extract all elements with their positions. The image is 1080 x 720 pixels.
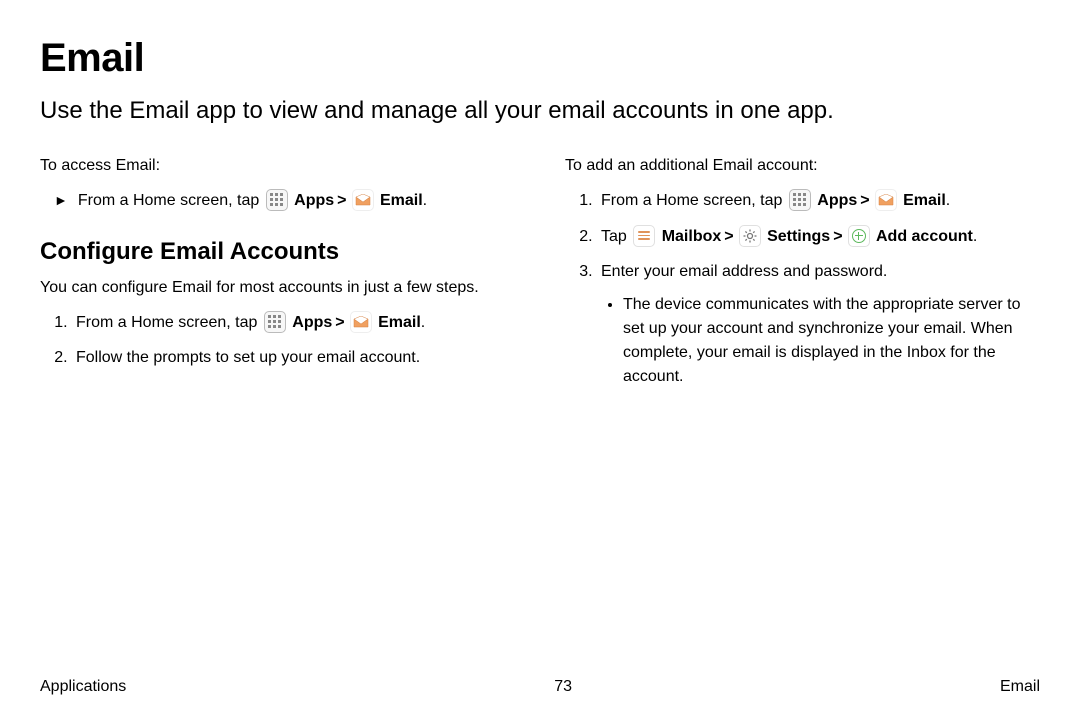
left-step-1: From a Home screen, tap Apps> Email. [72, 310, 515, 336]
footer-page-number: 73 [554, 678, 572, 696]
right-step-1: From a Home screen, tap Apps> Email. [597, 188, 1040, 214]
from-home-text: From a Home screen, tap [601, 192, 787, 209]
separator: > [335, 314, 344, 331]
period: . [973, 228, 977, 245]
right-step-2: Tap Mailbox> Settings> Add account. [597, 224, 1040, 250]
section-heading: Configure Email Accounts [40, 238, 515, 266]
access-step: ► From a Home screen, tap Apps> Email. [40, 188, 515, 214]
from-home-text: From a Home screen, tap [78, 192, 264, 209]
page-intro: Use the Email app to view and manage all… [40, 95, 1040, 126]
mailbox-icon [633, 225, 655, 247]
separator: > [724, 228, 733, 245]
from-home-text: From a Home screen, tap [76, 314, 262, 331]
apps-icon [789, 189, 811, 211]
tap-word: Tap [601, 228, 631, 245]
apps-label: Apps [294, 192, 334, 209]
period: . [946, 192, 950, 209]
separator: > [833, 228, 842, 245]
left-steps-list: From a Home screen, tap Apps> Email. Fol… [40, 310, 515, 371]
apps-label: Apps [817, 192, 857, 209]
email-icon [875, 189, 897, 211]
page-title: Email [40, 36, 1040, 81]
footer-right: Email [1000, 678, 1040, 696]
period: . [423, 192, 427, 209]
apps-icon [266, 189, 288, 211]
email-label: Email [903, 192, 946, 209]
config-description: You can configure Email for most account… [40, 276, 515, 300]
add-account-label-text: Add account [876, 228, 973, 245]
right-sub-bullet: The device communicates with the appropr… [623, 293, 1040, 389]
settings-icon [739, 225, 761, 247]
left-column: To access Email: ► From a Home screen, t… [40, 154, 515, 399]
left-step-2: Follow the prompts to set up your email … [72, 345, 515, 371]
access-step-text: From a Home screen, tap Apps> Email. [78, 188, 427, 214]
settings-label: Settings [767, 228, 830, 245]
add-account-label: To add an additional Email account: [565, 154, 1040, 178]
right-sublist: The device communicates with the appropr… [601, 293, 1040, 389]
access-label: To access Email: [40, 154, 515, 178]
page-footer: Applications 73 Email [40, 678, 1040, 696]
step3-text: Enter your email address and password. [601, 263, 887, 280]
right-steps-list: From a Home screen, tap Apps> Email. Tap… [565, 188, 1040, 389]
right-step-3: Enter your email address and password. T… [597, 259, 1040, 389]
content-columns: To access Email: ► From a Home screen, t… [40, 154, 1040, 399]
right-column: To add an additional Email account: From… [565, 154, 1040, 399]
apps-label: Apps [292, 314, 332, 331]
mailbox-label: Mailbox [662, 228, 722, 245]
footer-left: Applications [40, 678, 126, 696]
separator: > [860, 192, 869, 209]
email-label: Email [378, 314, 421, 331]
email-label: Email [380, 192, 423, 209]
period: . [421, 314, 425, 331]
email-icon [352, 189, 374, 211]
separator: > [337, 192, 346, 209]
triangle-bullet-icon: ► [54, 188, 68, 212]
email-icon [350, 311, 372, 333]
add-icon [848, 225, 870, 247]
apps-icon [264, 311, 286, 333]
